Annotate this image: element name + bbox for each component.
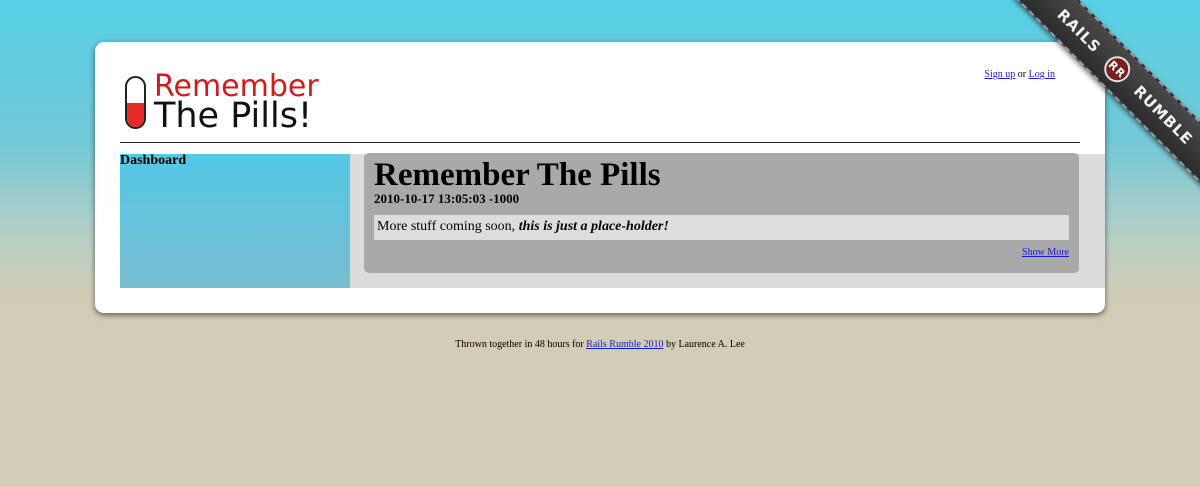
auth-links: Sign up or Log in (984, 69, 1055, 80)
post-body-text: More stuff coming soon, (377, 219, 519, 234)
post-body: More stuff coming soon, this is just a p… (374, 215, 1069, 240)
post-body-emphasis: this is just a place-holder! (518, 219, 669, 234)
footer-suffix: by Laurence A. Lee (663, 339, 745, 350)
pill-red-half (127, 103, 144, 127)
footer: Thrown together in 48 hours for Rails Ru… (0, 339, 1200, 350)
rails-rumble-badge-icon: RR (1098, 50, 1136, 88)
rails-rumble-link[interactable]: Rails Rumble 2010 (586, 339, 663, 350)
site-logo[interactable]: Remember The Pills! (125, 70, 335, 136)
sidebar: Dashboard (120, 153, 350, 288)
sidebar-title: Dashboard (120, 153, 187, 168)
auth-separator: or (1017, 69, 1027, 80)
logo-line2: The Pills! (154, 96, 312, 136)
signup-link[interactable]: Sign up (984, 69, 1015, 80)
post-title: Remember The Pills (374, 157, 661, 193)
login-link[interactable]: Log in (1029, 69, 1055, 80)
header-divider (120, 142, 1080, 143)
show-more-link[interactable]: Show More (1022, 247, 1069, 258)
post-card: Remember The Pills 2010-10-17 13:05:03 -… (364, 153, 1079, 273)
post-timestamp: 2010-10-17 13:05:03 -1000 (374, 191, 520, 206)
ribbon-right-text: RUMBLE (1130, 82, 1197, 149)
footer-prefix: Thrown together in 48 hours for (455, 339, 587, 350)
main-panel: Remember The Pills! Sign up or Log in Da… (95, 42, 1105, 313)
pill-icon (125, 76, 146, 129)
